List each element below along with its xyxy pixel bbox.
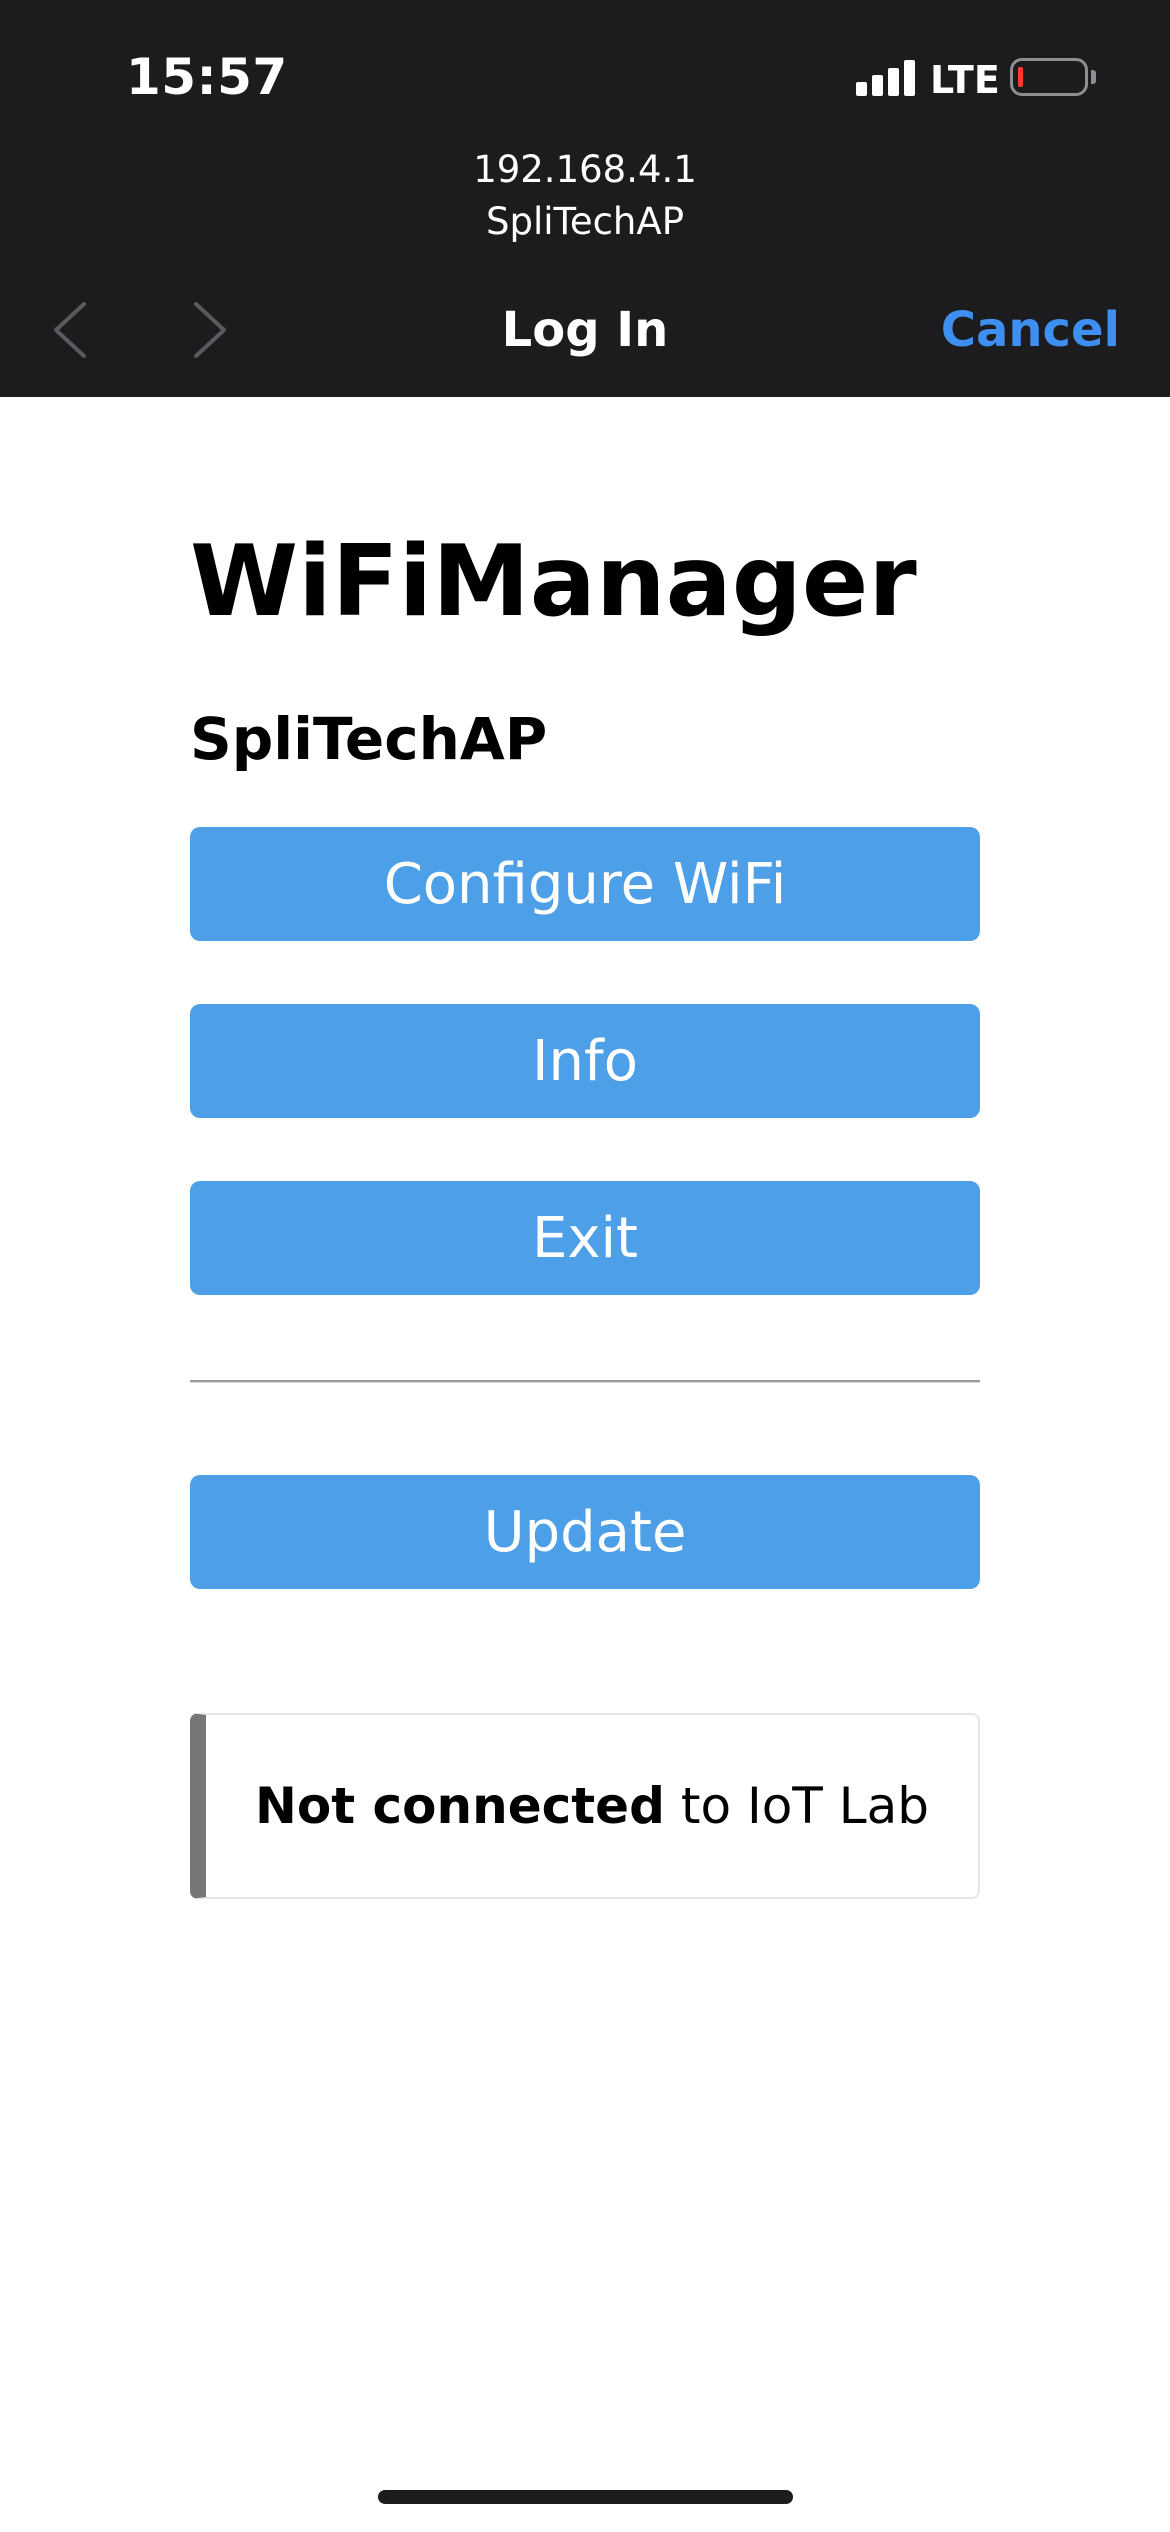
connection-status: Not connected <box>255 1777 665 1835</box>
connection-network: to IoT Lab <box>680 1777 929 1835</box>
page-title: WiFiManager <box>190 525 917 639</box>
exit-button[interactable]: Exit <box>190 1181 980 1295</box>
info-button[interactable]: Info <box>190 1004 980 1118</box>
network-type: LTE <box>930 58 1000 102</box>
update-button[interactable]: Update <box>190 1475 980 1589</box>
cancel-button[interactable]: Cancel <box>941 302 1120 358</box>
cellular-signal-icon <box>856 60 916 96</box>
status-time: 15:57 <box>126 48 288 106</box>
configure-wifi-button[interactable]: Configure WiFi <box>190 827 980 941</box>
browser-header: 15:57 LTE 192.168.4.1 SpliTechAP Log In … <box>0 0 1170 397</box>
divider <box>190 1380 980 1383</box>
home-indicator[interactable] <box>378 2490 793 2504</box>
connection-status-message: Not connected to IoT Lab <box>190 1713 980 1899</box>
battery-icon <box>1010 58 1088 96</box>
battery-cap <box>1091 70 1096 84</box>
page-url: 192.168.4.1 <box>473 148 697 191</box>
ssid-heading: SpliTechAP <box>190 705 548 773</box>
page-subtitle: SpliTechAP <box>485 200 685 243</box>
battery-level <box>1018 67 1023 87</box>
